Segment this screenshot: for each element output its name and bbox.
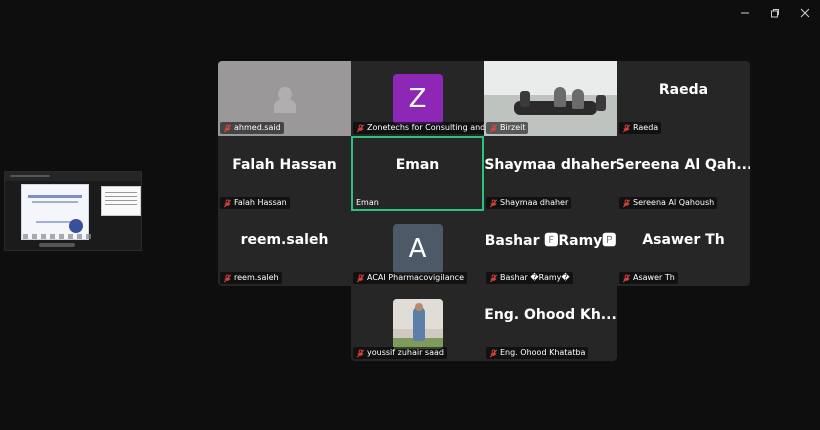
minimize-icon[interactable] xyxy=(736,4,754,22)
participant-name: Birzeit xyxy=(500,123,526,132)
participant-name-label: Raeda xyxy=(619,122,662,134)
participant-tile[interactable]: Raeda Raeda xyxy=(617,61,750,136)
participant-tile[interactable]: Asawer Th Asawer Th xyxy=(617,211,750,286)
participant-name: Eman xyxy=(356,198,379,207)
participant-name: Asawer Th xyxy=(633,273,675,282)
participant-display-name: Sereena Al Qah... xyxy=(617,156,750,173)
participant-name-label: Asawer Th xyxy=(619,272,678,284)
participant-name: Falah Hassan xyxy=(234,198,287,207)
slide-pager xyxy=(39,243,75,247)
mic-muted-icon xyxy=(223,273,232,282)
participant-name: youssif zuhair saad xyxy=(367,348,444,357)
mic-muted-icon xyxy=(223,123,232,132)
mic-muted-icon xyxy=(489,273,498,282)
participant-tile[interactable]: Shaymaa dhaher Shaymaa dhaher xyxy=(484,136,617,211)
participant-tile[interactable]: Z Zonetechs for Consulting and ... xyxy=(351,61,484,136)
participant-name-label: Eman xyxy=(353,197,382,209)
mic-muted-icon xyxy=(223,198,232,207)
participant-tile[interactable]: ahmed.said xyxy=(218,61,351,136)
participant-gallery: ahmed.said Z Zonetechs for Consulting and … xyxy=(218,61,750,361)
avatar-initial: A xyxy=(408,234,427,264)
participant-name-label: reem.saleh xyxy=(220,272,282,284)
participant-name: ahmed.said xyxy=(234,123,281,132)
mic-muted-icon xyxy=(356,273,365,282)
mic-muted-icon xyxy=(622,273,631,282)
shared-screen-thumbnail[interactable] xyxy=(4,171,142,251)
participant-tile[interactable]: Birzeit xyxy=(484,61,617,136)
participant-display-name: Bashar 🅵Ramy🅿 xyxy=(484,232,617,249)
avatar: A xyxy=(392,224,443,274)
participant-name: reem.saleh xyxy=(234,273,279,282)
participant-name-label: youssif zuhair saad xyxy=(353,347,447,359)
annotation-tools xyxy=(23,234,93,239)
mic-muted-icon xyxy=(489,348,498,357)
participant-tile[interactable]: Bashar 🅵Ramy🅿 Bashar �Ramy� xyxy=(484,211,617,286)
avatar-photo xyxy=(392,299,443,349)
participant-name-label: Bashar �Ramy� xyxy=(486,272,573,284)
participant-display-name: reem.saleh xyxy=(240,231,329,248)
participant-name: Bashar �Ramy� xyxy=(500,273,570,282)
participant-name-label: Zonetechs for Consulting and ... xyxy=(353,122,484,134)
participant-name-label: Falah Hassan xyxy=(220,197,290,209)
participant-tile[interactable]: reem.saleh reem.saleh xyxy=(218,211,351,286)
participant-tile[interactable]: Eng. Ohood Kh... Eng. Ohood Khatatba xyxy=(484,286,617,361)
slide-thumbnail xyxy=(101,186,141,216)
participant-name-label: Eng. Ohood Khatatba xyxy=(486,347,589,359)
participant-name-label: ACAI Pharmacovigilance xyxy=(353,272,467,284)
mic-muted-icon xyxy=(356,123,365,132)
participant-display-name: Eman xyxy=(395,156,440,173)
participant-name-label: Birzeit xyxy=(486,122,529,134)
participant-display-name: Falah Hassan xyxy=(232,156,337,173)
participant-display-name: Eng. Ohood Kh... xyxy=(484,306,617,323)
participant-name-label: Sereena Al Qahoush xyxy=(619,197,718,209)
participant-display-name: Raeda xyxy=(658,81,709,98)
participant-display-name: Shaymaa dhaher xyxy=(484,156,617,173)
window-controls xyxy=(736,4,814,22)
participant-name: Shaymaa dhaher xyxy=(500,198,569,207)
restore-icon[interactable] xyxy=(766,4,784,22)
participant-tile[interactable]: A ACAI Pharmacovigilance xyxy=(351,211,484,286)
participant-name: Zonetechs for Consulting and ... xyxy=(367,123,484,132)
mic-muted-icon xyxy=(622,123,631,132)
participant-name: Raeda xyxy=(633,123,659,132)
participant-tile[interactable]: Eman Eman xyxy=(351,136,484,211)
participant-name-label: Shaymaa dhaher xyxy=(486,197,572,209)
share-toolbar xyxy=(5,172,141,181)
avatar: Z xyxy=(392,74,443,124)
participant-tile[interactable]: Falah Hassan Falah Hassan xyxy=(218,136,351,211)
avatar-initial: Z xyxy=(408,84,427,114)
participant-tile[interactable]: youssif zuhair saad xyxy=(351,286,484,361)
participant-name: Sereena Al Qahoush xyxy=(633,198,715,207)
participant-tile[interactable]: Sereena Al Qah... Sereena Al Qahoush xyxy=(617,136,750,211)
presentation-slide xyxy=(21,184,89,240)
participant-name: ACAI Pharmacovigilance xyxy=(367,273,464,282)
mic-muted-icon xyxy=(489,198,498,207)
mic-muted-icon xyxy=(356,348,365,357)
close-icon[interactable] xyxy=(796,4,814,22)
participant-name-label: ahmed.said xyxy=(220,122,284,134)
mic-muted-icon xyxy=(489,123,498,132)
participant-display-name: Asawer Th xyxy=(642,231,725,248)
participant-name: Eng. Ohood Khatatba xyxy=(500,348,586,357)
mic-muted-icon xyxy=(622,198,631,207)
